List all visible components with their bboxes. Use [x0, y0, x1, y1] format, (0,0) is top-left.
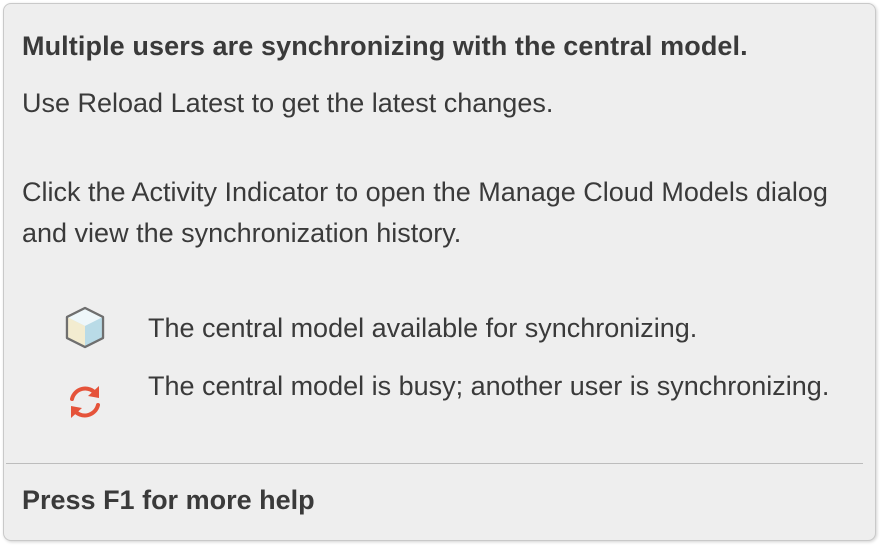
sync-busy-icon [62, 379, 108, 425]
help-hint: Press F1 for more help [22, 485, 315, 515]
legend-text-busy: The central model is busy; another user … [148, 371, 830, 401]
cube-icon [62, 305, 108, 351]
tooltip-activity-hint: Click the Activity Indicator to open the… [22, 177, 828, 248]
divider [6, 463, 863, 464]
activity-indicator-tooltip: Multiple users are synchronizing with th… [3, 3, 876, 541]
tooltip-title: Multiple users are synchronizing with th… [22, 31, 748, 61]
tooltip-reload-hint: Use Reload Latest to get the latest chan… [22, 88, 554, 118]
legend-text-available: The central model available for synchron… [148, 313, 698, 343]
